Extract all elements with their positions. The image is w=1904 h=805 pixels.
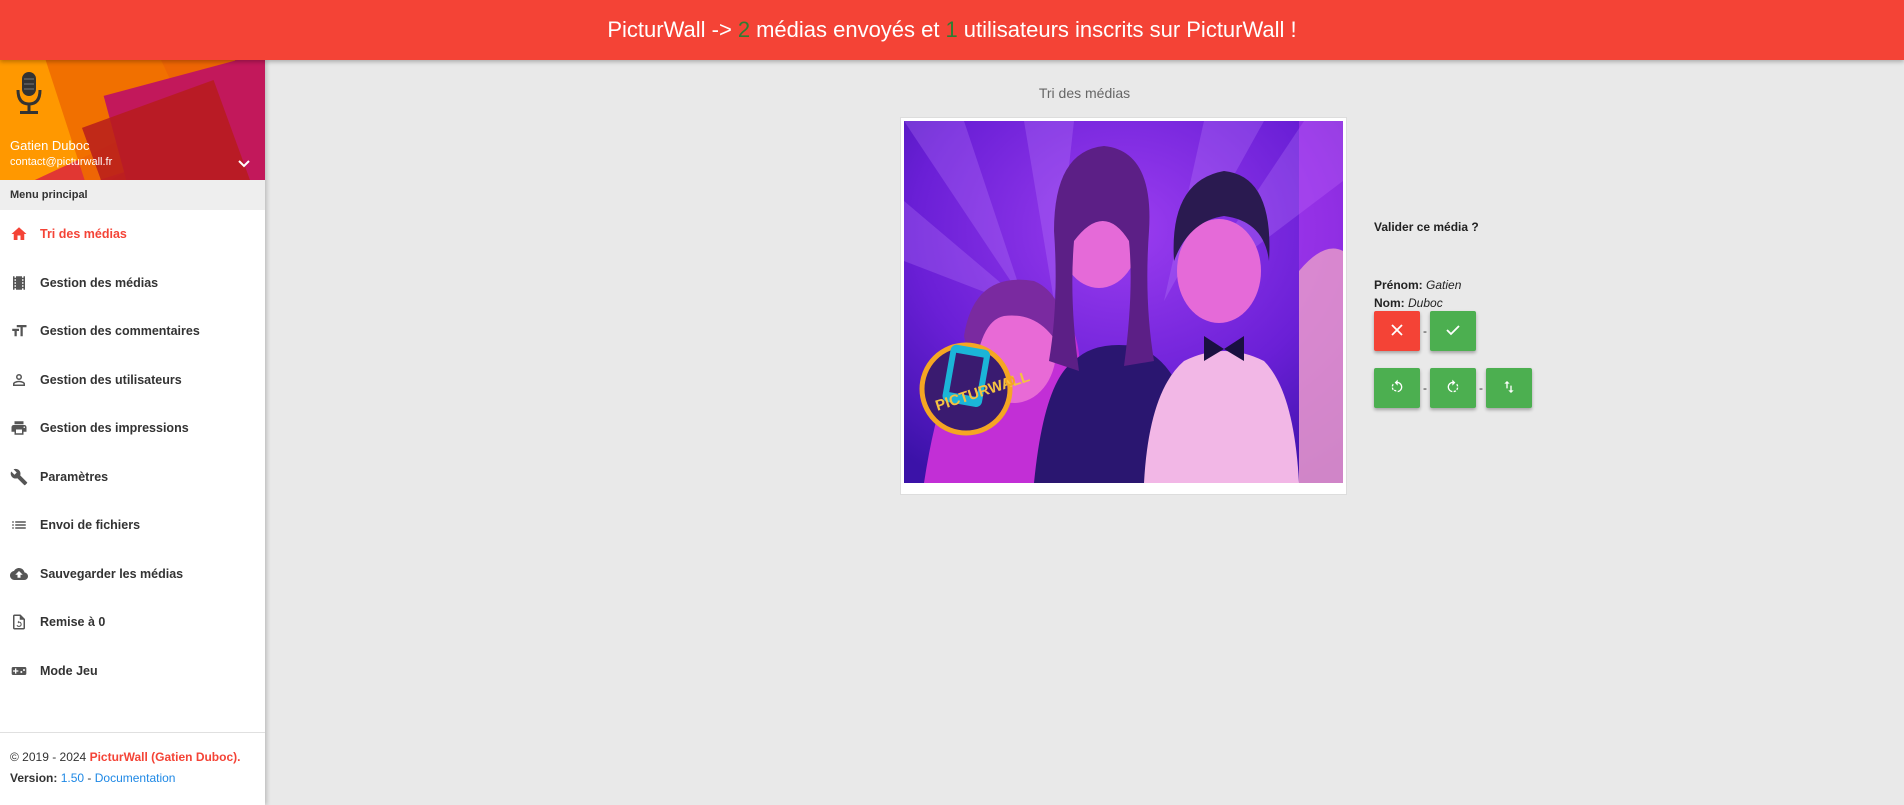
sidebar: Gatien Duboc contact@picturwall.fr Menu … [0, 60, 265, 805]
menu-item-label: Sauvegarder les médias [40, 566, 184, 581]
menu-item-sauvegarder-medias[interactable]: Sauvegarder les médias [0, 550, 265, 599]
menu-item-gestion-impressions[interactable]: Gestion des impressions [0, 404, 265, 453]
documentation-link[interactable]: Documentation [95, 771, 176, 785]
button-separator: - [1423, 381, 1427, 395]
gamepad-icon [8, 660, 30, 682]
rotate-left-button[interactable] [1374, 368, 1420, 408]
media-preview-card: PICTURWALL [900, 117, 1347, 495]
top-banner: PicturWall -> 2 médias envoyés et 1 util… [0, 0, 1904, 60]
menu-item-label: Tri des médias [40, 227, 127, 242]
banner-text-3: utilisateurs inscrits sur PicturWall ! [963, 17, 1297, 42]
version-line: Version: 1.50 - Documentation [10, 768, 255, 789]
banner-text-2: médias envoyés et [756, 17, 940, 42]
user-profile-header: Gatien Duboc contact@picturwall.fr [0, 60, 265, 180]
home-icon [8, 223, 30, 245]
version-label: Version: [10, 771, 58, 785]
menu-item-gestion-medias[interactable]: Gestion des médias [0, 259, 265, 308]
user-name: Gatien Duboc [10, 138, 90, 153]
check-icon [1445, 323, 1461, 340]
menu-item-gestion-commentaires[interactable]: Gestion des commentaires [0, 307, 265, 356]
nom-label: Nom: [1374, 296, 1405, 310]
menu-item-tri-medias[interactable]: Tri des médias [0, 210, 265, 259]
close-icon [1390, 323, 1404, 340]
validation-question: Valider ce média ? [1374, 220, 1479, 234]
rotate-right-button[interactable] [1430, 368, 1476, 408]
text-size-icon [8, 320, 30, 342]
version-separator: - [87, 771, 92, 785]
wrench-icon [8, 466, 30, 488]
banner-user-count: 1 [945, 17, 958, 42]
chevron-down-icon[interactable] [237, 156, 251, 174]
menu-item-label: Remise à 0 [40, 615, 106, 630]
button-separator: - [1479, 381, 1483, 395]
menu-item-label: Gestion des médias [40, 275, 159, 290]
list-icon [8, 514, 30, 536]
rotate-left-icon [1389, 379, 1405, 398]
validation-buttons: - [1374, 311, 1476, 351]
menu-header: Menu principal [0, 180, 265, 210]
copyright-text: © 2019 - 2024 [10, 750, 87, 764]
menu-item-parametres[interactable]: Paramètres [0, 453, 265, 502]
menu-item-label: Gestion des utilisateurs [40, 372, 182, 387]
film-icon [8, 272, 30, 294]
menu-item-remise-zero[interactable]: Remise à 0 [0, 598, 265, 647]
banner-text-1: PicturWall -> [607, 17, 732, 42]
swap-vertical-icon [1501, 379, 1517, 398]
brand-link[interactable]: PicturWall (Gatien Duboc). [90, 750, 241, 764]
page-title: Tri des médias [1038, 85, 1131, 101]
media-author-info: Prénom: Gatien Nom: Duboc [1374, 276, 1461, 312]
prenom-label: Prénom: [1374, 278, 1423, 292]
user-email: contact@picturwall.fr [10, 156, 113, 168]
main-menu: Tri des médias Gestion des médias Gestio… [0, 210, 265, 695]
prenom-line: Prénom: Gatien [1374, 276, 1461, 294]
menu-item-label: Paramètres [40, 469, 109, 484]
button-separator: - [1423, 324, 1427, 338]
flip-button[interactable] [1486, 368, 1532, 408]
validation-panel: Valider ce média ? Prénom: Gatien Nom: D… [1374, 220, 1532, 408]
prenom-value: Gatien [1426, 278, 1462, 292]
copyright-line: © 2019 - 2024 PicturWall (Gatien Duboc). [10, 747, 255, 768]
microphone-icon [14, 70, 44, 121]
rotation-buttons: - - [1374, 368, 1532, 408]
rotate-right-icon [1445, 379, 1461, 398]
nom-value: Duboc [1408, 296, 1443, 310]
menu-item-gestion-utilisateurs[interactable]: Gestion des utilisateurs [0, 356, 265, 405]
validate-button[interactable] [1430, 311, 1476, 351]
menu-item-mode-jeu[interactable]: Mode Jeu [0, 647, 265, 696]
menu-item-label: Mode Jeu [40, 663, 98, 678]
media-image: PICTURWALL [904, 121, 1343, 483]
restore-icon [8, 611, 30, 633]
cloud-upload-icon [8, 563, 30, 585]
sidebar-footer: © 2019 - 2024 PicturWall (Gatien Duboc).… [0, 732, 265, 803]
person-icon [8, 369, 30, 391]
menu-item-label: Gestion des commentaires [40, 324, 200, 339]
reject-button[interactable] [1374, 311, 1420, 351]
nom-line: Nom: Duboc [1374, 294, 1461, 312]
menu-item-envoi-fichiers[interactable]: Envoi de fichiers [0, 501, 265, 550]
menu-item-label: Envoi de fichiers [40, 518, 141, 533]
printer-icon [8, 417, 30, 439]
banner-media-count: 2 [737, 17, 751, 42]
version-number[interactable]: 1.50 [61, 771, 84, 785]
menu-item-label: Gestion des impressions [40, 421, 189, 436]
